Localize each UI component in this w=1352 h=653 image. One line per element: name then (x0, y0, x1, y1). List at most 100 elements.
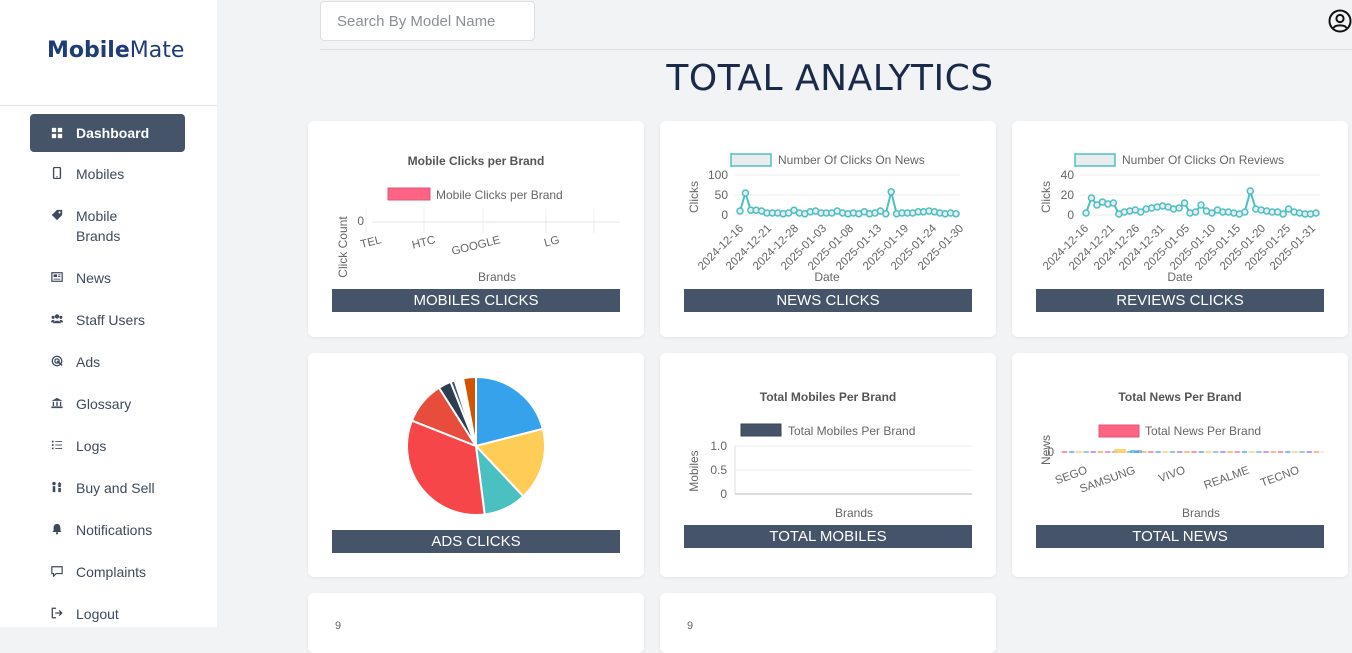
grid-icon (50, 126, 64, 140)
bar (1278, 451, 1283, 453)
x-axis-label: Brands (478, 270, 516, 284)
x-tick-label: TECNO (1259, 465, 1301, 490)
bar (1148, 451, 1153, 453)
sidebar-item-logout[interactable]: Logout (30, 604, 185, 624)
sidebar-item-label: Glossary (76, 394, 156, 414)
sidebar-item-staff-users[interactable]: Staff Users (30, 310, 185, 330)
y-tick-label: 100 (708, 168, 728, 182)
y-axis-label: Clicks (687, 181, 701, 213)
bottom-card-right: 9 (660, 593, 996, 653)
ad-icon (50, 354, 64, 368)
sidebar-item-logs[interactable]: Logs (30, 436, 185, 456)
logout-icon (50, 606, 64, 620)
chart-title: Total Mobiles Per Brand (760, 390, 896, 404)
total-news-card: Total News Per BrandTotal News Per Brand… (1012, 353, 1348, 577)
x-axis-label: Brands (835, 506, 873, 520)
y-tick-label: 20 (1061, 188, 1075, 202)
phone-icon (50, 166, 64, 180)
y-tick-label: 0 (721, 208, 728, 222)
bar (1314, 451, 1319, 453)
search-input[interactable] (320, 1, 535, 41)
comment-icon (50, 564, 64, 578)
logo-bold: Mobile (47, 38, 130, 63)
reviews-clicks-card: Number Of Clicks On ReviewsClicks4020020… (1012, 121, 1348, 337)
bar (1177, 451, 1182, 453)
legend-swatch (1099, 425, 1139, 437)
bar (1220, 451, 1225, 453)
bar (1098, 451, 1103, 453)
bar (1069, 451, 1074, 453)
bar (1235, 451, 1240, 453)
bar (1156, 451, 1161, 453)
y-tick-label: 0 (357, 214, 364, 228)
sidebar-item-label: Buy and Sell (76, 478, 156, 498)
bar (1192, 451, 1197, 453)
y-tick-label: 50 (715, 188, 729, 202)
sidebar-item-dashboard[interactable]: Dashboard (30, 114, 185, 152)
data-point (1242, 209, 1248, 215)
tag-icon (50, 208, 64, 222)
total-mobiles-label: TOTAL MOBILES (684, 525, 972, 548)
bar (1199, 451, 1204, 453)
legend-swatch (731, 154, 771, 166)
data-point (888, 189, 894, 195)
sidebar-item-notifications[interactable]: Notifications (30, 520, 185, 540)
data-point (742, 190, 748, 196)
sidebar-item-label: Dashboard (76, 123, 156, 143)
x-tick-label: VIVO (1157, 465, 1187, 486)
bar (1300, 451, 1305, 453)
y-tick-label: 1.0 (710, 439, 727, 453)
x-axis-label: Brands (1182, 506, 1220, 520)
sidebar-item-mobile-brands[interactable]: Mobile Brands (30, 206, 185, 246)
total-news-label: TOTAL NEWS (1036, 525, 1324, 548)
list-icon (50, 438, 64, 452)
bar (1264, 451, 1269, 453)
chart-title: Total News Per Brand (1118, 390, 1241, 404)
x-tick-label: HTC (411, 234, 437, 251)
bar (1307, 451, 1312, 453)
x-tick-label: REALME (1202, 464, 1251, 492)
data-point (1313, 210, 1319, 216)
data-point (1083, 210, 1089, 216)
app-logo[interactable]: MobileMate (47, 38, 184, 63)
data-point (953, 211, 959, 217)
sidebar-item-label: Logs (76, 436, 156, 456)
header-divider (320, 49, 1352, 50)
sidebar-item-label: Notifications (76, 520, 156, 540)
user-account-icon[interactable] (1328, 9, 1352, 33)
bar (1170, 451, 1175, 453)
sidebar-item-ads[interactable]: Ads (30, 352, 185, 372)
x-tick-label: GOOGLE (450, 234, 502, 258)
data-point (1110, 200, 1116, 206)
x-axis-label: Date (1167, 270, 1193, 284)
bar (1242, 451, 1247, 453)
bottom-left-ytick: 9 (335, 620, 341, 632)
bar (1105, 451, 1110, 453)
y-tick-label: 0 (720, 487, 727, 501)
bottom-card-left: 9 (308, 593, 644, 653)
newspaper-icon (50, 270, 64, 284)
x-tick-label: LG (543, 234, 561, 249)
bar (1228, 451, 1233, 453)
x-tick-label: SAMSUNG (1078, 465, 1137, 496)
data-point (1280, 211, 1286, 217)
sidebar-item-label: Complaints (76, 562, 156, 582)
bar (1084, 451, 1089, 453)
bar (1271, 451, 1276, 453)
legend-label: Number Of Clicks On Reviews (1122, 153, 1284, 167)
y-tick-label: 40 (1061, 168, 1075, 182)
sidebar-item-news[interactable]: News (30, 268, 185, 288)
bar (1256, 451, 1261, 453)
data-point (883, 211, 889, 217)
sidebar-item-buy-and-sell[interactable]: Buy and Sell (30, 478, 185, 498)
sidebar-divider (0, 105, 217, 106)
sidebar-item-mobiles[interactable]: Mobiles (30, 164, 185, 184)
bar (1130, 450, 1142, 453)
sidebar-item-glossary[interactable]: Glossary (30, 394, 185, 414)
x-tick-label: TEL (359, 234, 383, 251)
bell-icon (50, 522, 64, 536)
legend-label: Mobile Clicks per Brand (436, 188, 563, 202)
sidebar-item-complaints[interactable]: Complaints (30, 562, 185, 582)
bar (1091, 451, 1096, 453)
bar (1292, 451, 1297, 453)
